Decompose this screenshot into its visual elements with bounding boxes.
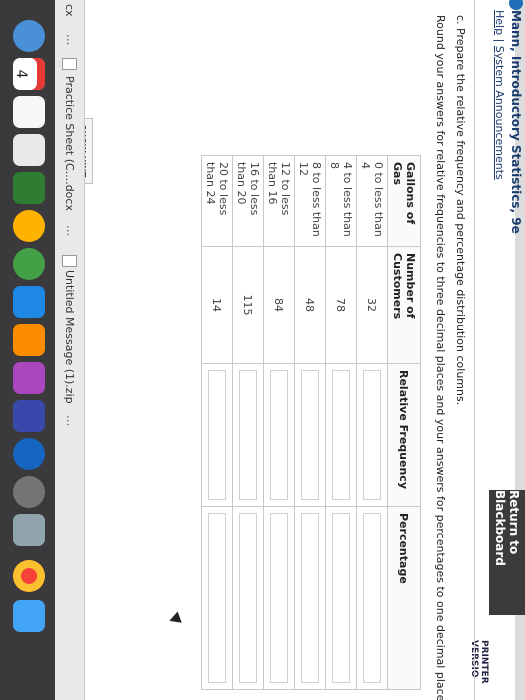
zip-file-icon bbox=[62, 255, 77, 267]
percentage-input[interactable] bbox=[332, 513, 350, 683]
itunes-icon[interactable] bbox=[13, 362, 45, 394]
count-cell: 115 bbox=[232, 246, 264, 364]
docx-file-icon bbox=[62, 58, 77, 70]
relative-frequency-input[interactable] bbox=[332, 370, 350, 500]
table-row: 12 to less than 16 84 bbox=[263, 155, 295, 690]
download-item-practice-sheet[interactable]: Practice Sheet (C....docx bbox=[63, 76, 76, 211]
messages-icon[interactable] bbox=[13, 248, 45, 280]
ibooks-icon[interactable] bbox=[13, 400, 45, 432]
percentage-input[interactable] bbox=[270, 513, 288, 683]
class-cell: 20 to less than 24 bbox=[201, 155, 233, 247]
system-announcements-link[interactable]: System Announcements bbox=[493, 46, 506, 180]
facetime-icon[interactable] bbox=[13, 286, 45, 318]
header-relative-frequency: Relative Frequency bbox=[387, 363, 421, 507]
relative-frequency-input[interactable] bbox=[363, 370, 381, 500]
table-row: 0 to less than 4 32 bbox=[356, 155, 388, 690]
finder-icon[interactable] bbox=[13, 20, 45, 52]
count-cell: 32 bbox=[356, 246, 388, 364]
relative-frequency-input[interactable] bbox=[208, 370, 226, 500]
calendar-icon[interactable]: 4 bbox=[13, 58, 45, 90]
question-instruction: Round your answers for relative frequenc… bbox=[434, 15, 447, 700]
help-links: Help | System Announcements bbox=[493, 10, 506, 180]
relative-frequency-input[interactable] bbox=[301, 370, 319, 500]
class-cell: 4 to less than 8 bbox=[325, 155, 357, 247]
class-cell: 8 to less than 12 bbox=[294, 155, 326, 247]
mail-icon[interactable] bbox=[13, 600, 45, 632]
download-more-icon[interactable]: ... bbox=[64, 415, 78, 426]
download-more-icon[interactable]: ... bbox=[64, 34, 78, 45]
help-link[interactable]: Help bbox=[493, 10, 506, 35]
system-preferences-icon[interactable] bbox=[13, 476, 45, 508]
table-header-row: Gallons of Gas Number of Customers Relat… bbox=[387, 155, 421, 690]
app-store-icon[interactable] bbox=[13, 438, 45, 470]
percentage-input[interactable] bbox=[239, 513, 257, 683]
class-cell: 0 to less than 4 bbox=[356, 155, 388, 247]
percentage-input[interactable] bbox=[208, 513, 226, 683]
link-separator: | bbox=[493, 38, 506, 43]
percentage-input[interactable] bbox=[301, 513, 319, 683]
question-title: c. Prepare the relative frequency and pe… bbox=[454, 15, 467, 406]
header-customers: Number of Customers bbox=[387, 246, 421, 364]
browser-window: Return to Blackboard Mann, Introductory … bbox=[0, 0, 525, 700]
table-row: 20 to less than 24 14 bbox=[201, 155, 233, 690]
count-cell: 48 bbox=[294, 246, 326, 364]
download-item-untitled-message[interactable]: Untitled Message (1).zip bbox=[63, 270, 76, 404]
header-divider bbox=[474, 0, 475, 700]
printer-version-link[interactable]: PRINTER VERSIO bbox=[469, 640, 489, 700]
reminders-icon[interactable] bbox=[13, 134, 45, 166]
return-to-blackboard-button[interactable]: Return to Blackboard bbox=[489, 490, 525, 615]
frequency-table: Gallons of Gas Number of Customers Relat… bbox=[201, 155, 421, 690]
numbers-icon[interactable] bbox=[13, 172, 45, 204]
download-item-truncated[interactable]: cx bbox=[63, 4, 76, 17]
class-cell: 12 to less than 16 bbox=[263, 155, 295, 247]
table-row: 8 to less than 12 48 bbox=[294, 155, 326, 690]
preview-icon[interactable] bbox=[13, 514, 45, 546]
chrome-icon[interactable] bbox=[13, 560, 45, 592]
mouse-cursor-icon bbox=[167, 611, 182, 627]
header-percentage: Percentage bbox=[387, 506, 421, 690]
download-more-icon[interactable]: ... bbox=[64, 225, 78, 236]
table-row: 4 to less than 8 78 bbox=[325, 155, 357, 690]
downloads-bar: cx ... Practice Sheet (C....docx ... Unt… bbox=[54, 0, 85, 700]
table-row: 16 to less than 20 115 bbox=[232, 155, 264, 690]
relative-frequency-input[interactable] bbox=[239, 370, 257, 500]
count-cell: 84 bbox=[263, 246, 295, 364]
book-title: Mann, Introductory Statistics, 9e bbox=[509, 10, 523, 234]
calendar-day: 4 bbox=[13, 69, 29, 79]
photos-icon[interactable] bbox=[13, 210, 45, 242]
keynote-icon[interactable] bbox=[13, 324, 45, 356]
count-cell: 78 bbox=[325, 246, 357, 364]
relative-frequency-input[interactable] bbox=[270, 370, 288, 500]
header-gallons: Gallons of Gas bbox=[387, 155, 421, 247]
notes-icon[interactable] bbox=[13, 96, 45, 128]
percentage-input[interactable] bbox=[363, 513, 381, 683]
count-cell: 14 bbox=[201, 246, 233, 364]
class-cell: 16 to less than 20 bbox=[232, 155, 264, 247]
